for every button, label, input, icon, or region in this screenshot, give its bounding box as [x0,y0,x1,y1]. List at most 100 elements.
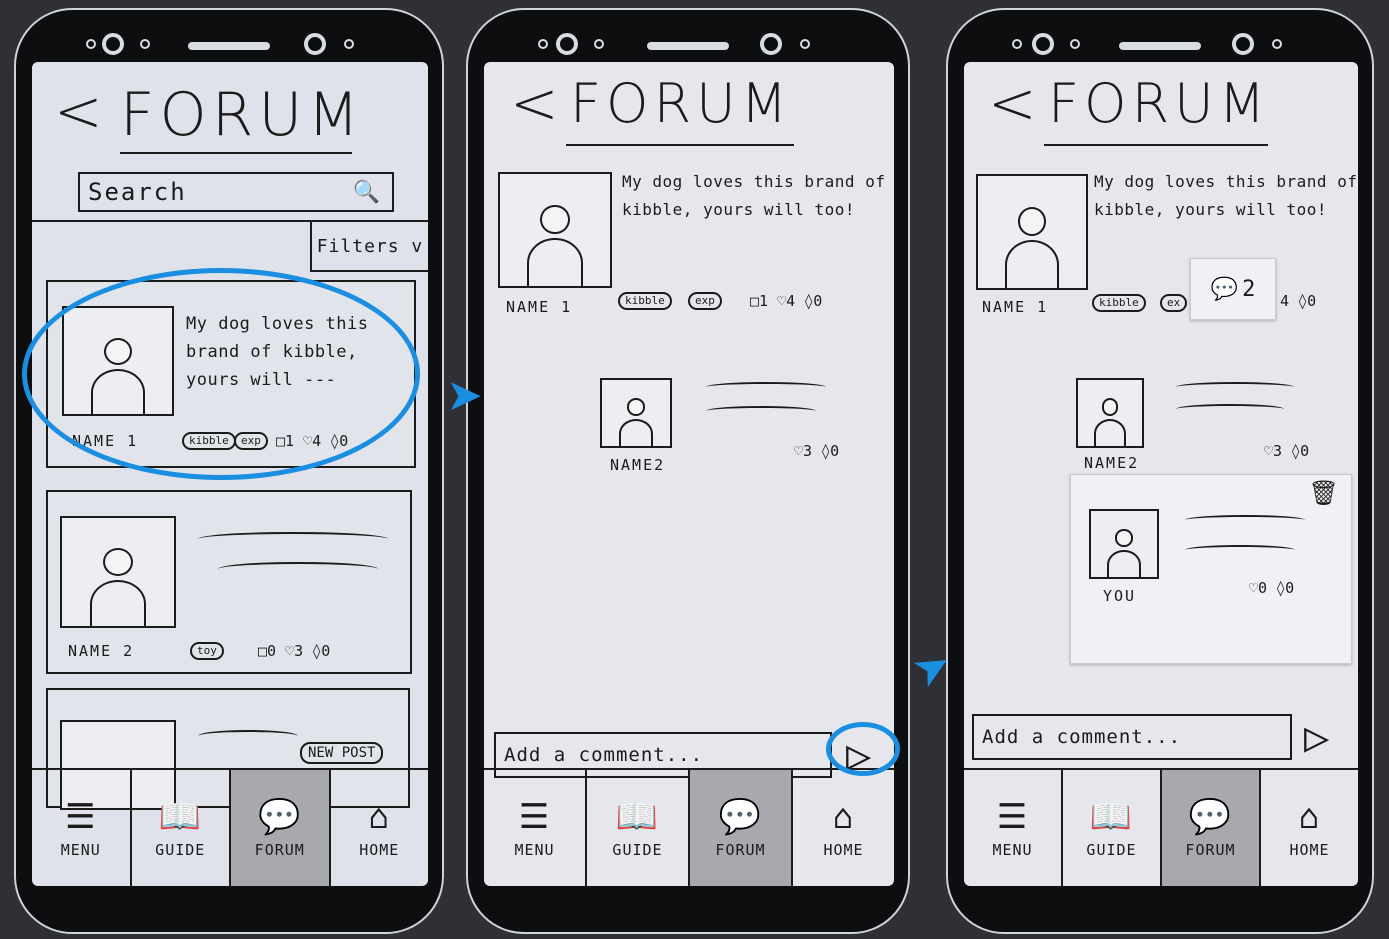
post-author: NAME 2 [68,642,135,660]
nav-guide[interactable]: 📖 GUIDE [132,770,231,886]
send-icon[interactable]: ▷ [1304,716,1329,758]
placeholder-scribble [218,562,378,576]
post-card[interactable]: NAME 2 toy □0 ♡3 ◊0 [46,490,412,674]
own-comment-card[interactable]: 🗑 YOU ♡0 ◊0 [1070,474,1352,664]
bottom-nav: ☰ MENU 📖 GUIDE 💬 FORUM ⌂ HOME [32,768,428,886]
post-detail-commented-screen: < FORUM My dog loves this brand of kibbl… [964,62,1358,886]
comment-placeholder: Add a comment... [504,744,704,766]
front-camera [304,33,326,55]
sensor-dot [1012,39,1022,49]
tag-kibble[interactable]: kibble [1092,294,1146,312]
title-underline [1044,144,1268,146]
post-text: My dog loves this brand of kibble, yours… [622,172,886,219]
home-icon: ⌂ [368,797,390,837]
nav-home[interactable]: ⌂ HOME [331,770,429,886]
sensor-dot [594,39,604,49]
front-camera [1232,33,1254,55]
user-figure-icon [616,398,657,446]
reply-author: NAME2 [610,456,666,474]
front-camera [1032,33,1054,55]
sensor-dot [140,39,150,49]
page-title: FORUM [570,72,793,135]
front-camera [102,33,124,55]
book-icon: 📖 [158,797,202,837]
trash-icon[interactable]: 🗑 [1309,479,1339,507]
nav-guide[interactable]: 📖 GUIDE [1063,770,1162,886]
post-author: NAME 1 [506,298,573,316]
post-stats: 4 ◊0 [1280,292,1317,310]
page-title: FORUM [1048,72,1271,135]
user-figure-icon [1091,398,1129,446]
avatar [600,378,672,448]
page-title: FORUM [120,80,365,150]
nav-home[interactable]: ⌂ HOME [1261,770,1358,886]
back-button[interactable]: < [988,74,1037,132]
highlight-circle [826,722,900,776]
menu-icon: ☰ [518,797,551,837]
nav-guide[interactable]: 📖 GUIDE [587,770,690,886]
nav-home-label: HOME [1289,841,1330,859]
menu-icon: ☰ [65,797,97,837]
search-icon[interactable]: 🔍 [353,180,382,205]
user-figure-icon [522,205,588,286]
nav-forum[interactable]: 💬 FORUM [231,770,331,886]
avatar [498,172,612,288]
search-label: Search [88,178,187,206]
earpiece [1119,42,1201,50]
placeholder-scribble [706,382,826,392]
tag-kibble[interactable]: kibble [618,292,672,310]
nav-menu[interactable]: ☰ MENU [964,770,1063,886]
user-figure-icon [84,548,151,626]
placeholder-scribble [1176,382,1294,392]
nav-menu-label: MENU [992,841,1033,859]
title-underline [566,144,794,146]
phone-frame-2: < FORUM My dog loves this brand of kibbl… [466,8,910,934]
tag-exp[interactable]: exp [688,292,722,310]
placeholder-scribble [1176,404,1284,414]
comment-placeholder: Add a comment... [982,726,1182,748]
search-input[interactable]: Search 🔍 [78,172,394,212]
home-icon: ⌂ [832,797,855,837]
bottom-nav: ☰ MENU 📖 GUIDE 💬 FORUM ⌂ HOME [484,768,894,886]
post-text: My dog loves this brand of kibble, yours… [1094,172,1358,219]
sensor-dot [344,39,354,49]
sensor-dot [86,39,96,49]
front-camera [556,33,578,55]
post-author: NAME 1 [982,298,1049,316]
bottom-nav: ☰ MENU 📖 GUIDE 💬 FORUM ⌂ HOME [964,768,1358,886]
tag-toy[interactable]: toy [190,642,224,660]
menu-icon: ☰ [996,797,1029,837]
tag-exp[interactable]: ex [1160,294,1188,312]
filters-button[interactable]: Filters v [310,222,428,272]
nav-menu-label: MENU [60,841,101,859]
reply-author: NAME2 [1084,454,1140,472]
reply-stats: ♡3 ◊0 [1264,442,1310,460]
nav-menu[interactable]: ☰ MENU [32,770,132,886]
nav-menu-label: MENU [514,841,555,859]
back-button[interactable]: < [510,74,559,132]
comment-input[interactable]: Add a comment... [972,714,1292,760]
nav-forum[interactable]: 💬 FORUM [690,770,793,886]
placeholder-scribble [198,730,298,742]
nav-home-label: HOME [823,841,864,859]
new-post-button[interactable]: NEW POST [300,742,384,764]
forum-people-icon: 💬 [718,797,763,837]
back-button[interactable]: < [54,82,103,140]
nav-guide-label: GUIDE [1086,841,1137,859]
nav-forum-label: FORUM [254,841,305,859]
user-figure-icon [1000,207,1065,288]
earpiece [188,42,270,50]
nav-home[interactable]: ⌂ HOME [793,770,894,886]
title-underline [120,152,352,154]
highlight-circle [22,268,420,480]
sensor-dot [1070,39,1080,49]
placeholder-scribble [706,406,816,416]
post-stats: □1 ♡4 ◊0 [750,292,823,310]
book-icon: 📖 [615,797,660,837]
nav-menu[interactable]: ☰ MENU [484,770,587,886]
own-comment-stats: ♡0 ◊0 [1249,579,1295,597]
nav-guide-label: GUIDE [612,841,663,859]
avatar [1089,509,1159,579]
nav-forum[interactable]: 💬 FORUM [1162,770,1261,886]
own-comment-author: YOU [1103,587,1137,605]
